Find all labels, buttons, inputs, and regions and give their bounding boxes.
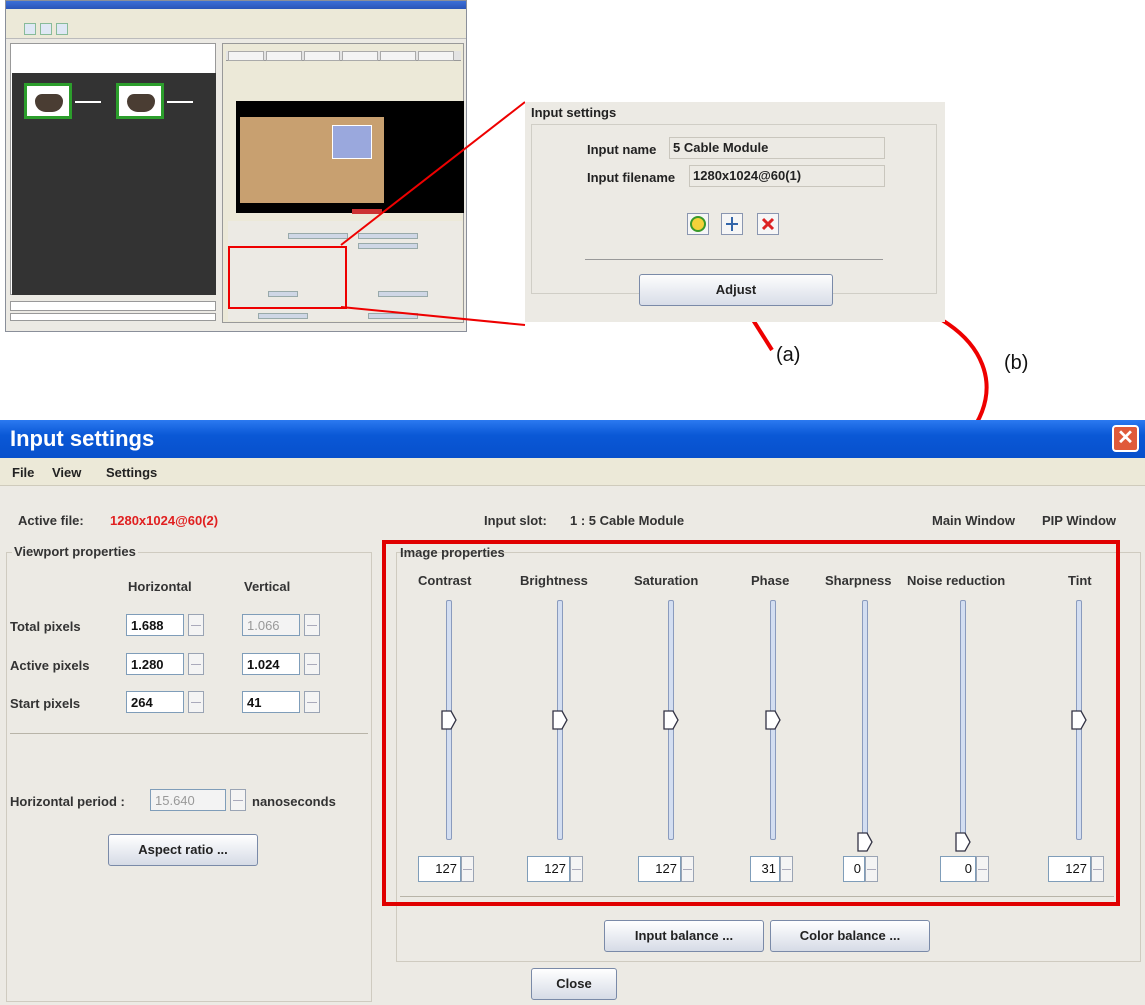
viewport-title: Viewport properties — [12, 544, 138, 559]
input-name-value: 5 Cable Module — [669, 137, 885, 159]
start-pixels-h-spinner[interactable] — [188, 691, 204, 713]
input-settings-window: Input settings ✕ File View Settings Acti… — [0, 420, 1145, 1005]
slider-label-noise-reduction: Noise reduction — [907, 573, 1006, 588]
horizontal-period-spinner — [230, 789, 246, 811]
refresh-icon[interactable] — [687, 213, 709, 235]
active-pixels-v-spinner[interactable] — [304, 653, 320, 675]
contrast-value-input[interactable]: 127 — [418, 856, 461, 882]
menubar: File View Settings — [0, 458, 1145, 486]
col-vertical: Vertical — [244, 579, 291, 594]
saturation-spinner[interactable] — [681, 856, 694, 882]
start-pixels-h-input[interactable]: 264 — [126, 691, 184, 713]
row-label-active: Active pixels — [10, 658, 90, 673]
horizontal-period-input: 15.640 — [150, 789, 226, 811]
viewport-separator — [10, 733, 368, 734]
total-pixels-h-input[interactable]: 1.688 — [126, 614, 184, 636]
zoom-separator — [585, 259, 883, 260]
contrast-slider-knob[interactable] — [441, 710, 457, 730]
aspect-ratio-button[interactable]: Aspect ratio ... — [108, 834, 258, 866]
menu-settings[interactable]: Settings — [106, 465, 157, 480]
input-name-label: Input name — [587, 142, 657, 157]
image-properties-title: Image properties — [400, 545, 505, 560]
tint-value-input[interactable]: 127 — [1048, 856, 1091, 882]
anchor-icon[interactable] — [721, 213, 743, 235]
noise-reduction-slider-knob[interactable] — [955, 832, 971, 852]
input-filename-label: Input filename — [587, 170, 676, 185]
active-pixels-v-input[interactable]: 1.024 — [242, 653, 300, 675]
slider-label-contrast: Contrast — [418, 573, 472, 588]
row-label-total: Total pixels — [10, 619, 81, 634]
tint-slider-knob[interactable] — [1071, 710, 1087, 730]
slider-label-tint: Tint — [1068, 573, 1092, 588]
active-file-value: 1280x1024@60(2) — [110, 513, 219, 528]
close-button[interactable]: Close — [531, 968, 617, 1000]
input-slot-label: Input slot: — [484, 513, 547, 528]
adjust-button[interactable]: Adjust — [639, 274, 833, 306]
zoom-title: Input settings — [531, 105, 617, 120]
noise-reduction-value-input[interactable]: 0 — [940, 856, 976, 882]
start-pixels-v-input[interactable]: 41 — [242, 691, 300, 713]
image-properties-separator — [400, 896, 1114, 897]
brightness-spinner[interactable] — [570, 856, 583, 882]
phase-spinner[interactable] — [780, 856, 793, 882]
noise-reduction-slider-track[interactable] — [960, 600, 966, 840]
active-pixels-h-spinner[interactable] — [188, 653, 204, 675]
image-properties-highlight — [382, 540, 1120, 906]
sharpness-spinner[interactable] — [865, 856, 878, 882]
window-title: Input settings — [10, 426, 155, 451]
tint-spinner[interactable] — [1091, 856, 1104, 882]
noise-reduction-spinner[interactable] — [976, 856, 989, 882]
input-balance-button[interactable]: Input balance ... — [604, 920, 764, 952]
saturation-value-input[interactable]: 127 — [638, 856, 681, 882]
menu-view[interactable]: View — [52, 465, 81, 480]
horizontal-period-label: Horizontal period : — [10, 794, 125, 809]
contrast-spinner[interactable] — [461, 856, 474, 882]
sharpness-value-input[interactable]: 0 — [843, 856, 865, 882]
sharpness-slider-knob[interactable] — [857, 832, 873, 852]
saturation-slider-knob[interactable] — [663, 710, 679, 730]
slider-label-phase: Phase — [751, 573, 790, 588]
annotation-a: (a) — [776, 344, 801, 366]
total-pixels-h-spinner[interactable] — [188, 614, 204, 636]
brightness-value-input[interactable]: 127 — [527, 856, 570, 882]
slider-label-brightness: Brightness — [520, 573, 588, 588]
close-icon[interactable]: ✕ — [1112, 425, 1139, 452]
color-balance-button[interactable]: Color balance ... — [770, 920, 930, 952]
col-horizontal: Horizontal — [128, 579, 192, 594]
input-filename-value: 1280x1024@60(1) — [689, 165, 885, 187]
sharpness-slider-track[interactable] — [862, 600, 868, 840]
row-label-start: Start pixels — [10, 696, 81, 711]
window-titlebar: Input settings — [0, 420, 1145, 458]
start-pixels-v-spinner[interactable] — [304, 691, 320, 713]
delete-icon[interactable] — [757, 213, 779, 235]
pip-window-label[interactable]: PIP Window — [1042, 513, 1116, 528]
brightness-slider-knob[interactable] — [552, 710, 568, 730]
phase-slider-knob[interactable] — [765, 710, 781, 730]
active-pixels-h-input[interactable]: 1.280 — [126, 653, 184, 675]
total-pixels-v-spinner — [304, 614, 320, 636]
slider-label-sharpness: Sharpness — [825, 573, 892, 588]
slider-label-saturation: Saturation — [634, 573, 699, 588]
input-slot-value: 1 : 5 Cable Module — [570, 513, 685, 528]
total-pixels-v-input: 1.066 — [242, 614, 300, 636]
active-file-label: Active file: — [18, 513, 84, 528]
menu-file[interactable]: File — [12, 465, 34, 480]
main-window-label[interactable]: Main Window — [932, 513, 1015, 528]
annotation-b: (b) — [1004, 352, 1029, 374]
zoomed-input-settings: Input settings Input name 5 Cable Module… — [525, 102, 945, 322]
phase-value-input[interactable]: 31 — [750, 856, 780, 882]
horizontal-period-unit: nanoseconds — [252, 794, 336, 809]
